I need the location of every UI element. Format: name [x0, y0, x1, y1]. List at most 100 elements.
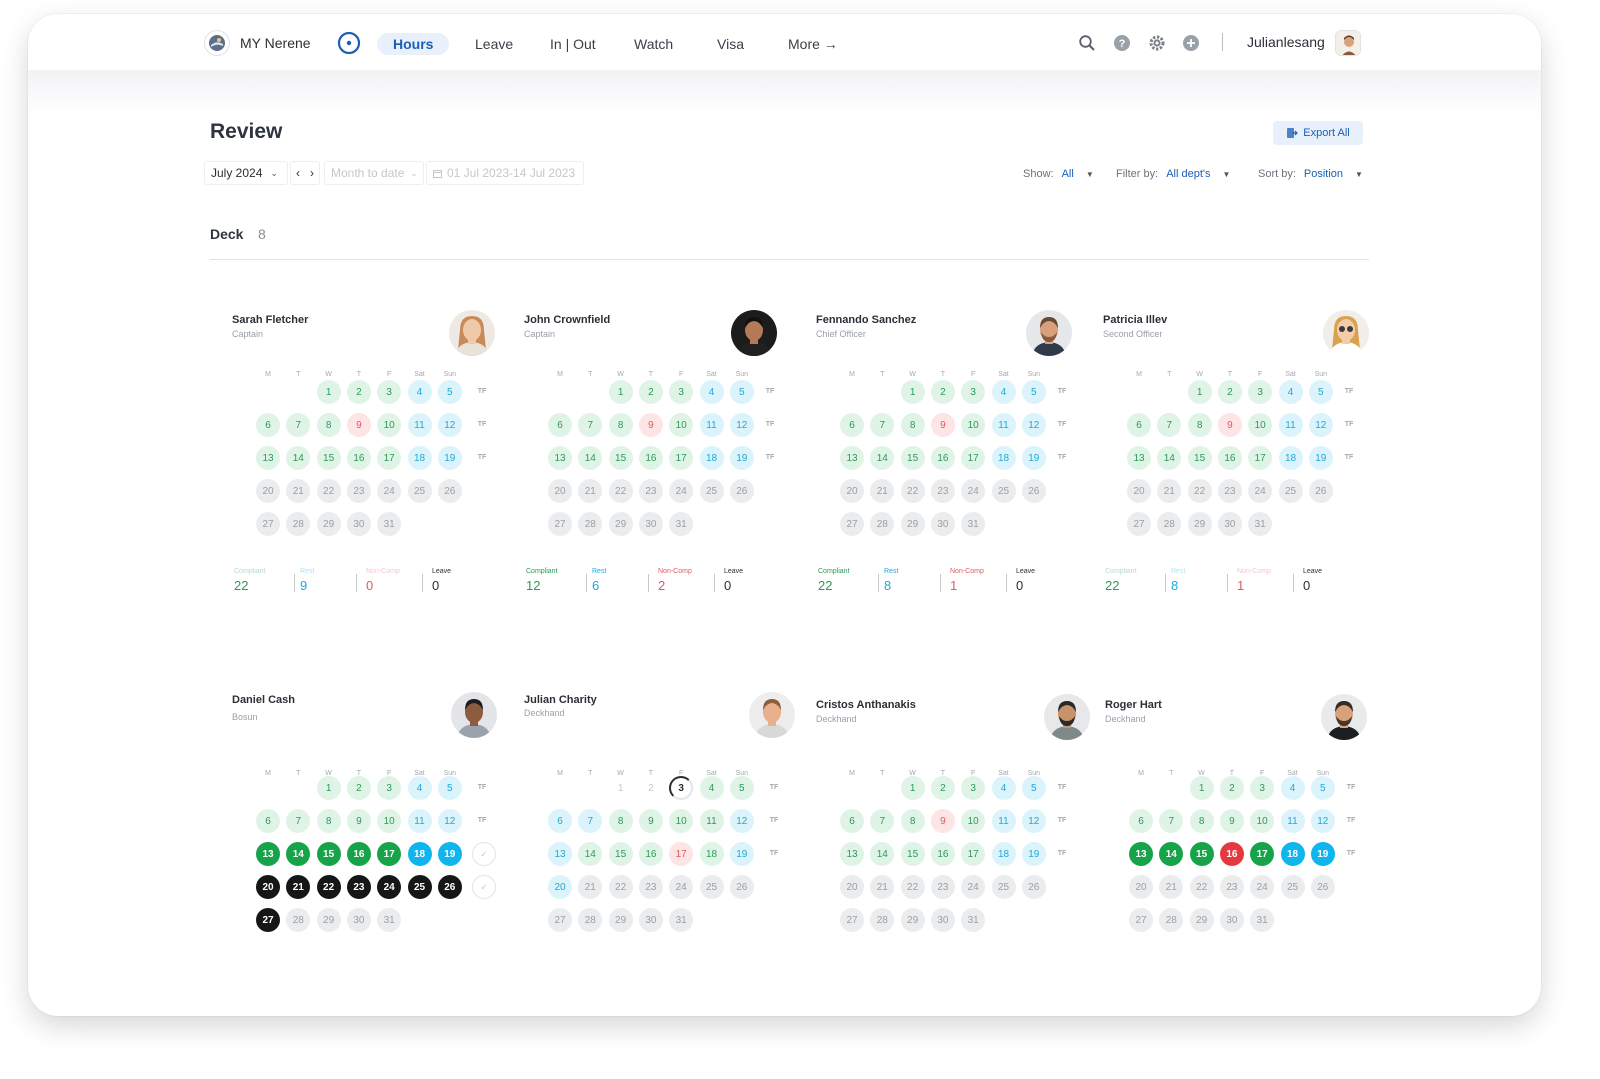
calendar-day[interactable]: 27	[256, 908, 280, 932]
calendar-day[interactable]: 20	[840, 479, 864, 503]
calendar-day[interactable]: 10	[669, 413, 694, 437]
calendar-day[interactable]: 13	[548, 446, 572, 470]
calendar-day[interactable]: 19	[1021, 446, 1046, 470]
calendar-day[interactable]: 13	[256, 842, 280, 866]
calendar-day[interactable]: 21	[286, 875, 311, 899]
date-range-picker[interactable]: 01 Jul 2023-14 Jul 2023	[426, 161, 584, 185]
calendar-day[interactable]: 28	[578, 512, 603, 536]
calendar-day[interactable]: 9	[930, 809, 955, 833]
calendar-day[interactable]: 29	[900, 908, 925, 932]
week-confirm-icon[interactable]: ✓	[472, 842, 496, 866]
calendar-day[interactable]: 16	[638, 842, 663, 866]
crew-card[interactable]: John Crownfield Captain M T W T F Sat Sun 1 2 3 4 5 6 7…	[520, 298, 780, 628]
calendar-day[interactable]: 30	[930, 908, 955, 932]
calendar-day[interactable]: 5	[437, 380, 462, 404]
calendar-day[interactable]: 30	[638, 908, 663, 932]
calendar-day[interactable]: 3	[961, 776, 986, 800]
calendar-day[interactable]: 8	[1189, 809, 1214, 833]
calendar-day[interactable]: 18	[699, 446, 724, 470]
calendar-day[interactable]: 4	[1280, 776, 1305, 800]
brand[interactable]: MY Nerene	[204, 30, 311, 56]
calendar-day[interactable]: 22	[608, 875, 633, 899]
calendar-day[interactable]: 29	[1189, 908, 1214, 932]
calendar-day[interactable]: 13	[840, 446, 864, 470]
tab-in-out[interactable]: In | Out	[550, 33, 596, 55]
calendar-day[interactable]: 21	[1159, 875, 1184, 899]
calendar-day[interactable]: 26	[437, 479, 462, 503]
calendar-day[interactable]: 14	[1159, 842, 1184, 866]
calendar-day[interactable]: 22	[1189, 875, 1214, 899]
calendar-day[interactable]: 10	[961, 809, 986, 833]
calendar-day[interactable]: 15	[900, 446, 925, 470]
calendar-day[interactable]: 29	[900, 512, 925, 536]
calendar-day[interactable]: 20	[548, 479, 572, 503]
calendar-day[interactable]: 25	[991, 479, 1016, 503]
calendar-day[interactable]: 17	[377, 446, 402, 470]
sort-filter[interactable]: Sort by: Position ▼	[1258, 168, 1363, 180]
calendar-day[interactable]: 22	[1187, 479, 1212, 503]
calendar-day[interactable]: 31	[377, 512, 402, 536]
calendar-day[interactable]: 6	[840, 413, 864, 437]
help-icon[interactable]: ?	[1113, 34, 1131, 52]
calendar-day[interactable]: 14	[870, 842, 895, 866]
calendar-day[interactable]: 14	[870, 446, 895, 470]
calendar-day[interactable]: 18	[407, 446, 432, 470]
calendar-day[interactable]: 11	[407, 809, 432, 833]
calendar-day[interactable]: 28	[870, 512, 895, 536]
calendar-day[interactable]: 26	[729, 479, 754, 503]
calendar-day[interactable]: 17	[1248, 446, 1273, 470]
calendar-day[interactable]: 11	[699, 413, 724, 437]
calendar-day[interactable]: 21	[870, 479, 895, 503]
calendar-day[interactable]: 9	[930, 413, 955, 437]
calendar-day[interactable]: 28	[286, 908, 311, 932]
calendar-day[interactable]: 16	[1217, 446, 1242, 470]
calendar-day[interactable]: 22	[900, 479, 925, 503]
calendar-day[interactable]: 18	[699, 842, 724, 866]
calendar-day[interactable]: 21	[578, 875, 603, 899]
calendar-day[interactable]: 17	[669, 446, 694, 470]
calendar-day[interactable]: 24	[961, 479, 986, 503]
calendar-day[interactable]: 15	[900, 842, 925, 866]
calendar-day[interactable]: 3	[1250, 776, 1275, 800]
show-filter[interactable]: Show: All ▼	[1023, 168, 1094, 180]
calendar-day[interactable]: 4	[991, 776, 1016, 800]
calendar-day[interactable]: 8	[900, 809, 925, 833]
calendar-day[interactable]: 2	[346, 776, 371, 800]
add-icon[interactable]	[1182, 34, 1200, 52]
calendar-day[interactable]: 1	[316, 776, 341, 800]
calendar-day[interactable]: 13	[256, 446, 280, 470]
calendar-day[interactable]: 1	[900, 380, 925, 404]
calendar-day[interactable]: 28	[578, 908, 603, 932]
calendar-day[interactable]: 11	[407, 413, 432, 437]
calendar-day[interactable]: 4	[699, 776, 724, 800]
calendar-day[interactable]: 14	[1157, 446, 1182, 470]
calendar-day[interactable]: 4	[1278, 380, 1303, 404]
calendar-day[interactable]: 7	[870, 809, 895, 833]
calendar-day[interactable]: 22	[608, 479, 633, 503]
calendar-day[interactable]: 31	[1250, 908, 1275, 932]
calendar-day[interactable]: 2	[346, 380, 371, 404]
calendar-day[interactable]: 7	[1157, 413, 1182, 437]
calendar-day[interactable]: 12	[1308, 413, 1333, 437]
calendar-day[interactable]: 3	[1248, 380, 1273, 404]
calendar-day[interactable]: 27	[840, 512, 864, 536]
calendar-day[interactable]: 15	[316, 842, 341, 866]
calendar-day[interactable]: 23	[930, 479, 955, 503]
calendar-day[interactable]: 15	[1187, 446, 1212, 470]
calendar-day[interactable]: 1	[1187, 380, 1212, 404]
calendar-day[interactable]: 25	[1278, 479, 1303, 503]
month-select[interactable]: July 2024 ⌄	[204, 161, 288, 185]
calendar-day[interactable]: 17	[961, 446, 986, 470]
week-confirm-icon[interactable]: ✓	[472, 875, 496, 899]
tab-visa[interactable]: Visa	[717, 33, 744, 55]
calendar-day[interactable]: 9	[346, 413, 371, 437]
calendar-day[interactable]: 10	[669, 809, 694, 833]
calendar-day[interactable]: 24	[669, 479, 694, 503]
calendar-day[interactable]: 13	[1129, 842, 1153, 866]
calendar-day[interactable]: 19	[1310, 842, 1335, 866]
user-name[interactable]: Julianlesang	[1247, 34, 1325, 50]
calendar-day[interactable]: 20	[1127, 479, 1151, 503]
calendar-day[interactable]: 3	[377, 776, 402, 800]
calendar-day[interactable]: 15	[1189, 842, 1214, 866]
calendar-day[interactable]: 27	[548, 512, 572, 536]
